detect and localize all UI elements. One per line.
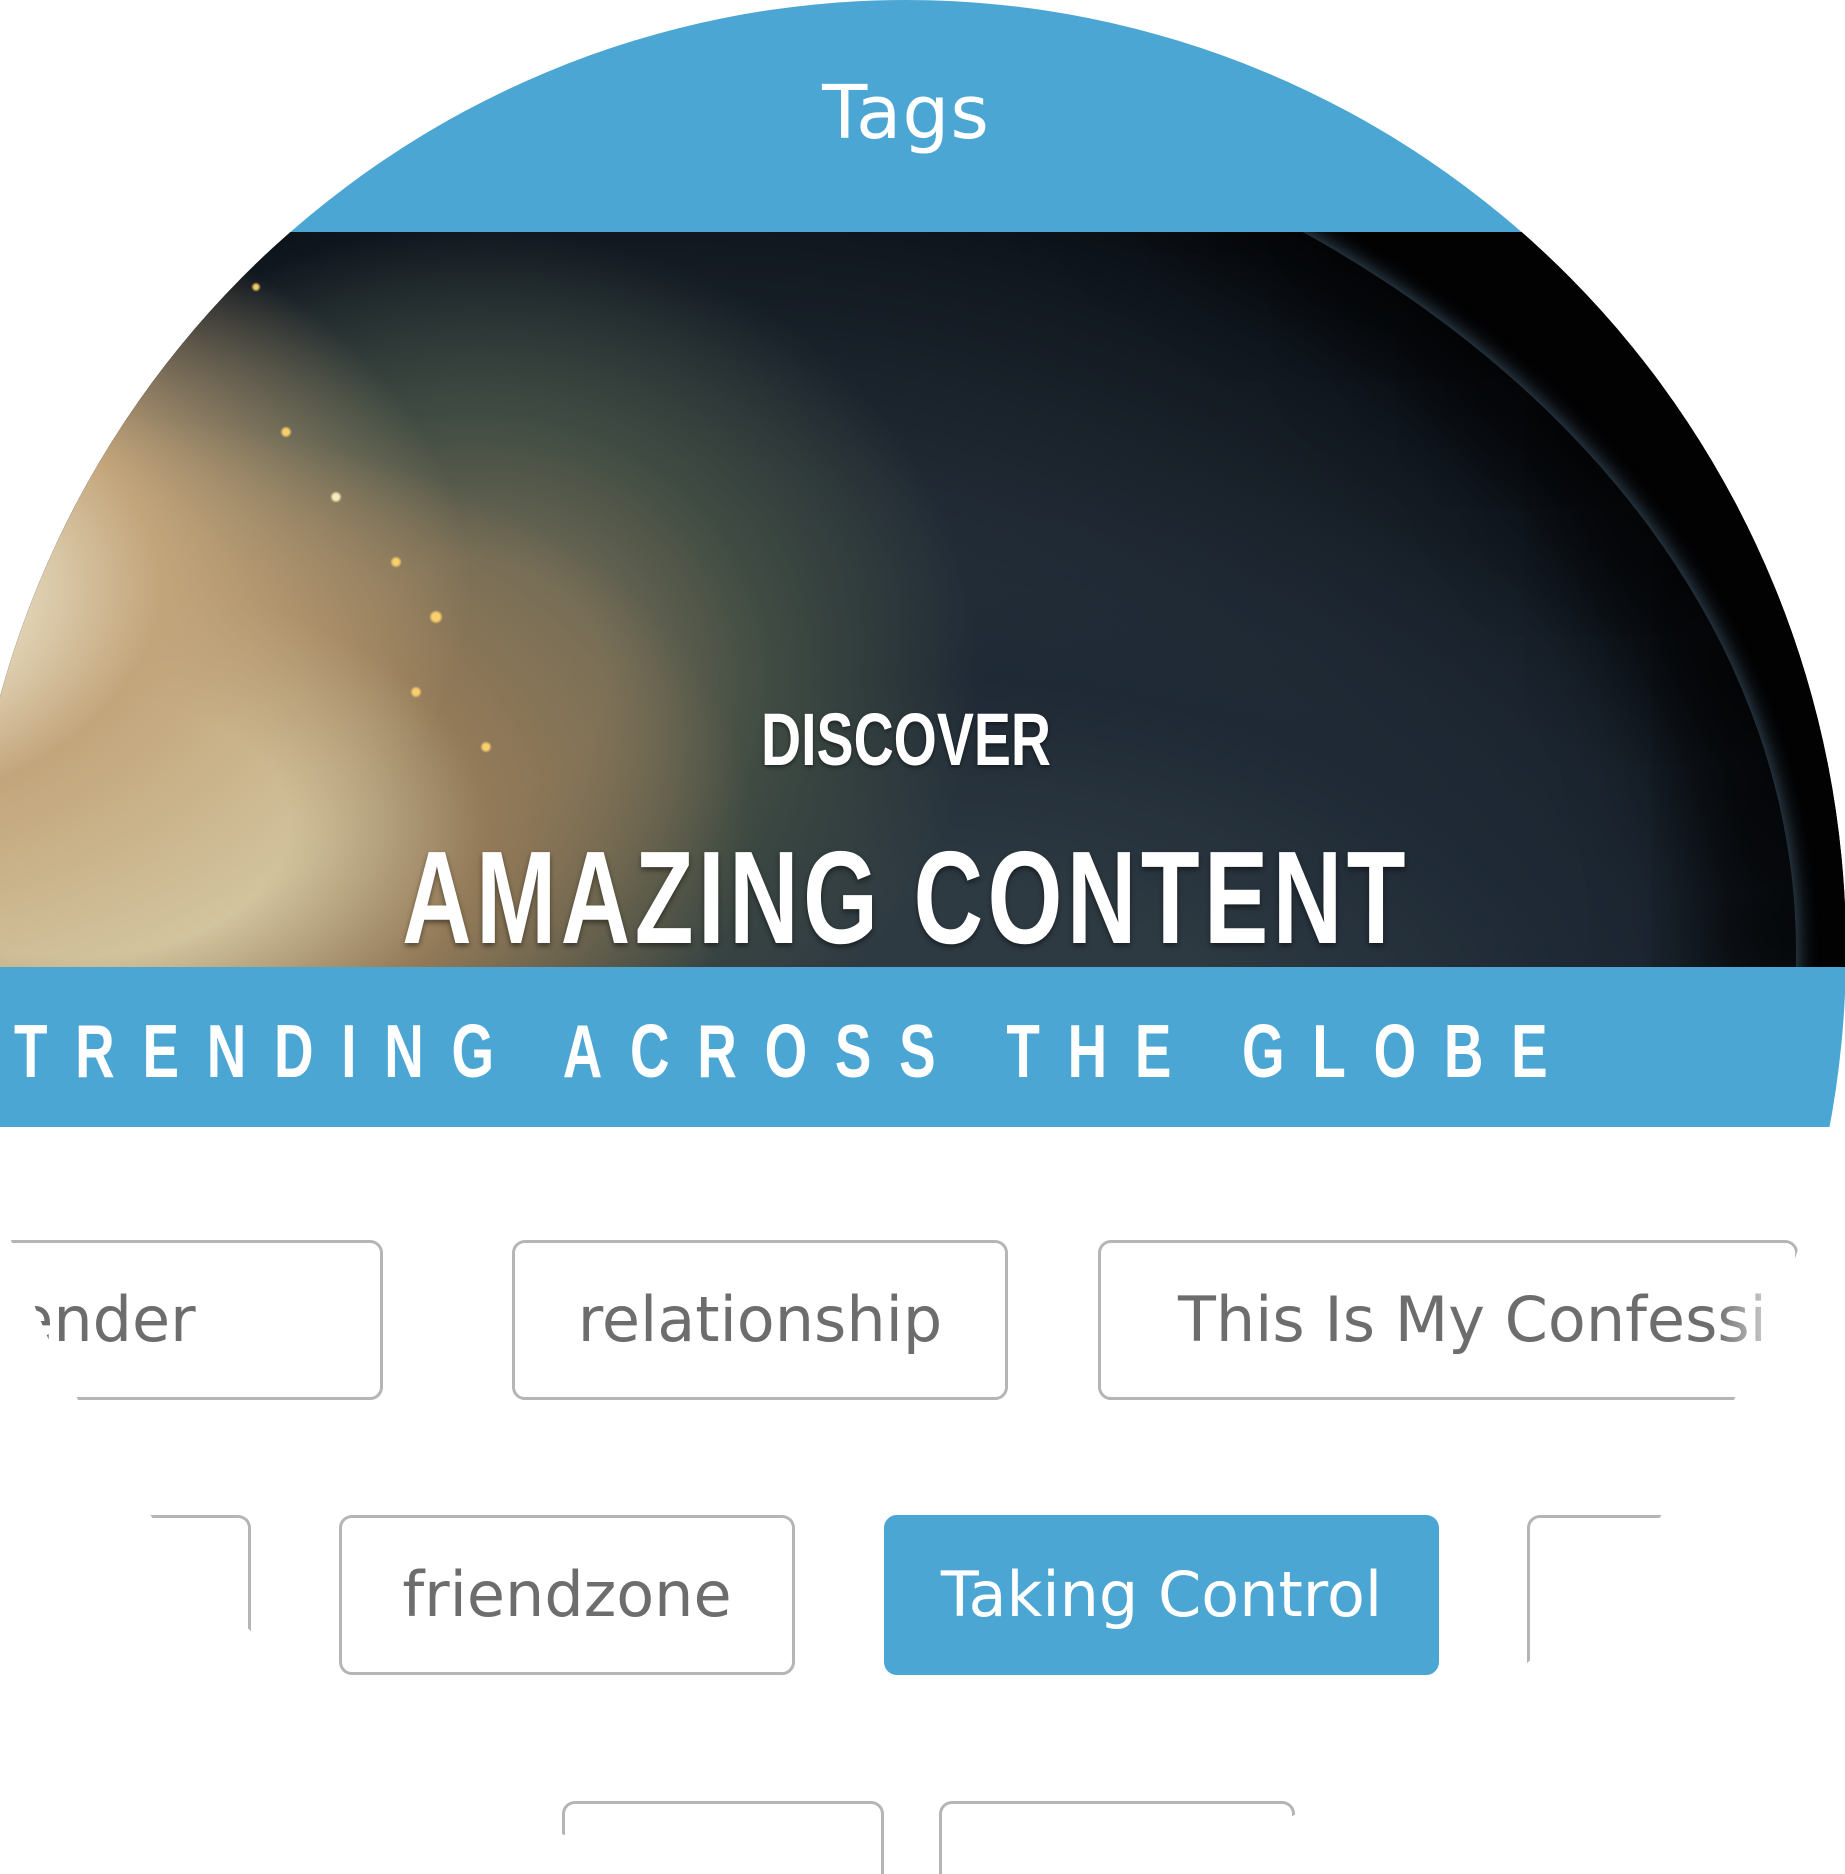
trending-header: TRENDING ACROSS THE GLOBE [0, 967, 1845, 1127]
tag-surrender[interactable]: Surrender [0, 1240, 383, 1400]
tag-taking-control[interactable]: Taking Control [884, 1515, 1439, 1675]
tag-label: relationship [577, 1283, 943, 1356]
trending-label: TRENDING ACROSS THE GLOBE [14, 1009, 1576, 1093]
tag-partial-left[interactable] [0, 1515, 251, 1675]
round-display: Tags DISCOVER AMAZING CONTENT TRENDING A… [0, 0, 1845, 1874]
tag-relationship[interactable]: relationship [512, 1240, 1008, 1400]
tag-edge-fade [1784, 1518, 1845, 1672]
tags-watch-screen: Tags DISCOVER AMAZING CONTENT TRENDING A… [0, 0, 1845, 1874]
tag-label: This Is My Confessi [1178, 1283, 1767, 1356]
tag-label: friendzone [402, 1558, 732, 1631]
tag-partial-bottom-right[interactable] [939, 1801, 1295, 1874]
tag-edge-fade [1715, 1243, 1795, 1397]
discover-banner[interactable]: DISCOVER AMAZING CONTENT [0, 232, 1845, 967]
hero-title: AMAZING CONTENT [402, 824, 1410, 968]
tags-header: Tags [0, 0, 1845, 232]
tag-label: Surrender [0, 1283, 196, 1356]
tag-cloud: Surrender relationship This Is My Confes… [0, 1127, 1845, 1874]
tag-friendzone[interactable]: friendzone [339, 1515, 795, 1675]
tag-label: Taking Control [940, 1558, 1383, 1631]
tag-partial-right[interactable] [1527, 1515, 1845, 1675]
tag-partial-bottom-left[interactable] [562, 1801, 884, 1874]
page-title: Tags [822, 70, 990, 156]
tag-this-is-my-confession[interactable]: This Is My Confessi [1098, 1240, 1798, 1400]
hero-kicker: DISCOVER [761, 698, 1051, 781]
